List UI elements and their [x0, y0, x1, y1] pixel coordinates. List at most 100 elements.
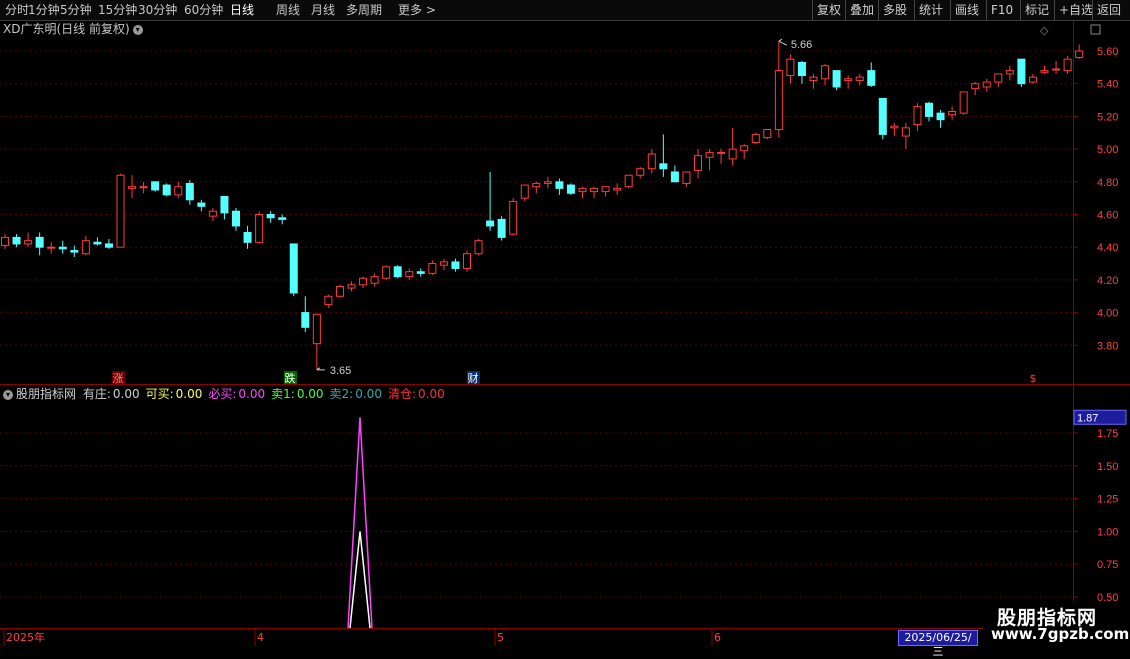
candle-body-up	[312, 313, 321, 345]
candle-body-up	[509, 200, 518, 235]
candle-body-up	[1028, 76, 1037, 83]
candle-body-up	[335, 285, 344, 297]
price-axis-label: 3.80	[1097, 340, 1118, 352]
candle-body-up	[463, 253, 471, 269]
candle-body-up	[128, 186, 137, 189]
candle-body-down	[93, 241, 102, 245]
candle-body-up	[636, 168, 645, 176]
candle-body-down	[497, 218, 506, 238]
time-axis-label: 6	[714, 631, 721, 644]
price-axis-label: 5.00	[1097, 144, 1118, 156]
candle-body-down	[797, 61, 806, 77]
event-marker: 跌	[285, 371, 296, 385]
candle-body-up	[47, 246, 56, 249]
candle-body-up	[1, 236, 9, 247]
candle-body-up	[901, 127, 910, 137]
candle-body-down	[35, 236, 44, 248]
candle-body-down	[1017, 58, 1026, 85]
diamond-icon: ◇	[1040, 24, 1049, 37]
candle-body-up	[855, 76, 864, 81]
candle-body-up	[948, 110, 957, 116]
indicator-axis-label: 1.00	[1097, 526, 1118, 538]
indicator-axis-label: 1.50	[1097, 461, 1118, 473]
candle-body-up	[601, 186, 610, 193]
candle-body-up	[751, 133, 760, 144]
candle-body-up	[474, 240, 483, 255]
candle-body-up	[174, 186, 183, 196]
candle-body-up	[81, 240, 90, 255]
price-axis-label: 4.80	[1097, 177, 1118, 189]
candle-body-up	[139, 186, 148, 189]
high-arrow	[778, 38, 788, 46]
candle-body-up	[543, 181, 552, 184]
time-axis-label: 2025年	[6, 630, 45, 644]
candle-body-up	[324, 295, 333, 305]
time-axis-label: 4	[257, 631, 264, 644]
low-price-label: 3.65	[330, 365, 351, 377]
candle-body-up	[116, 174, 125, 248]
candle-body-up	[959, 91, 968, 114]
high-price-label: 5.66	[791, 39, 812, 51]
candle-body-up	[370, 276, 379, 284]
candle-body-down	[243, 231, 252, 243]
candle-body-up	[255, 214, 264, 243]
candle-body-up	[1040, 70, 1049, 73]
candle-body-down	[832, 70, 841, 88]
candle-body-down	[289, 243, 298, 294]
candle-body-down	[416, 271, 425, 274]
candle-body-up	[1063, 58, 1072, 72]
candle-body-up	[405, 271, 414, 278]
current-value-label: 1.87	[1077, 412, 1098, 424]
candle-body-down	[301, 312, 310, 328]
candle-body-up	[590, 187, 599, 193]
candle-body-down	[162, 184, 171, 196]
candle-body-up	[1005, 70, 1014, 75]
candle-body-up	[439, 261, 448, 266]
event-marker: $	[1030, 372, 1037, 385]
candle-body-down	[555, 181, 564, 189]
candle-body-up	[844, 78, 853, 81]
candle-body-down	[104, 243, 113, 248]
time-axis-label: 5	[497, 631, 504, 644]
candle-body-up	[705, 151, 714, 158]
candle-body-up	[520, 184, 529, 199]
settings-box-icon	[1090, 24, 1101, 35]
candle-body-down	[659, 163, 668, 170]
candle-body-up	[821, 65, 830, 80]
watermark-url: www.7gpzb.com	[991, 625, 1130, 643]
current-date-label: 2025/06/25/三	[898, 630, 978, 658]
indicator-spike-magenta	[347, 417, 373, 629]
indicator-axis-label: 1.75	[1097, 428, 1118, 440]
candle-body-down	[867, 70, 876, 86]
candle-body-up	[208, 210, 217, 217]
candle-body-up	[1052, 68, 1061, 71]
candle-body-up	[613, 187, 622, 191]
candle-body-down	[70, 249, 79, 253]
candle-body-down	[566, 184, 575, 194]
kline-chart[interactable]: 5.60 5.40 5.20 5.00 4.80 4.60 4.40 4.20 4.00 3.80…	[0, 0, 1130, 650]
price-axis-label: 4.20	[1097, 275, 1118, 287]
candle-body-up	[717, 151, 726, 154]
candle-body-down	[451, 261, 460, 269]
watermark: 股朋指标网 www.7gpzb.com	[983, 601, 1130, 650]
price-axis-label: 5.20	[1097, 111, 1118, 123]
candle-body-up	[578, 187, 587, 193]
candle-body-up	[971, 83, 980, 90]
price-axis-label: 5.60	[1097, 46, 1118, 58]
indicator-axis-label: 0.75	[1097, 559, 1118, 571]
candle-body-down	[670, 171, 679, 183]
candle-body-down	[232, 210, 240, 227]
candle-body-down	[12, 236, 21, 245]
candle-body-down	[486, 220, 495, 227]
candle-body-down	[220, 196, 229, 214]
candle-body-up	[786, 58, 795, 77]
candle-body-up	[428, 263, 437, 274]
candle-body-down	[151, 181, 160, 191]
price-axis-label: 4.40	[1097, 242, 1118, 254]
candle-body-up	[532, 182, 541, 188]
candle-body-down	[925, 102, 933, 117]
candle-body-down	[878, 97, 887, 135]
candle-body-up	[682, 171, 691, 184]
low-arrow	[316, 367, 325, 371]
candle-body-up	[809, 76, 818, 81]
